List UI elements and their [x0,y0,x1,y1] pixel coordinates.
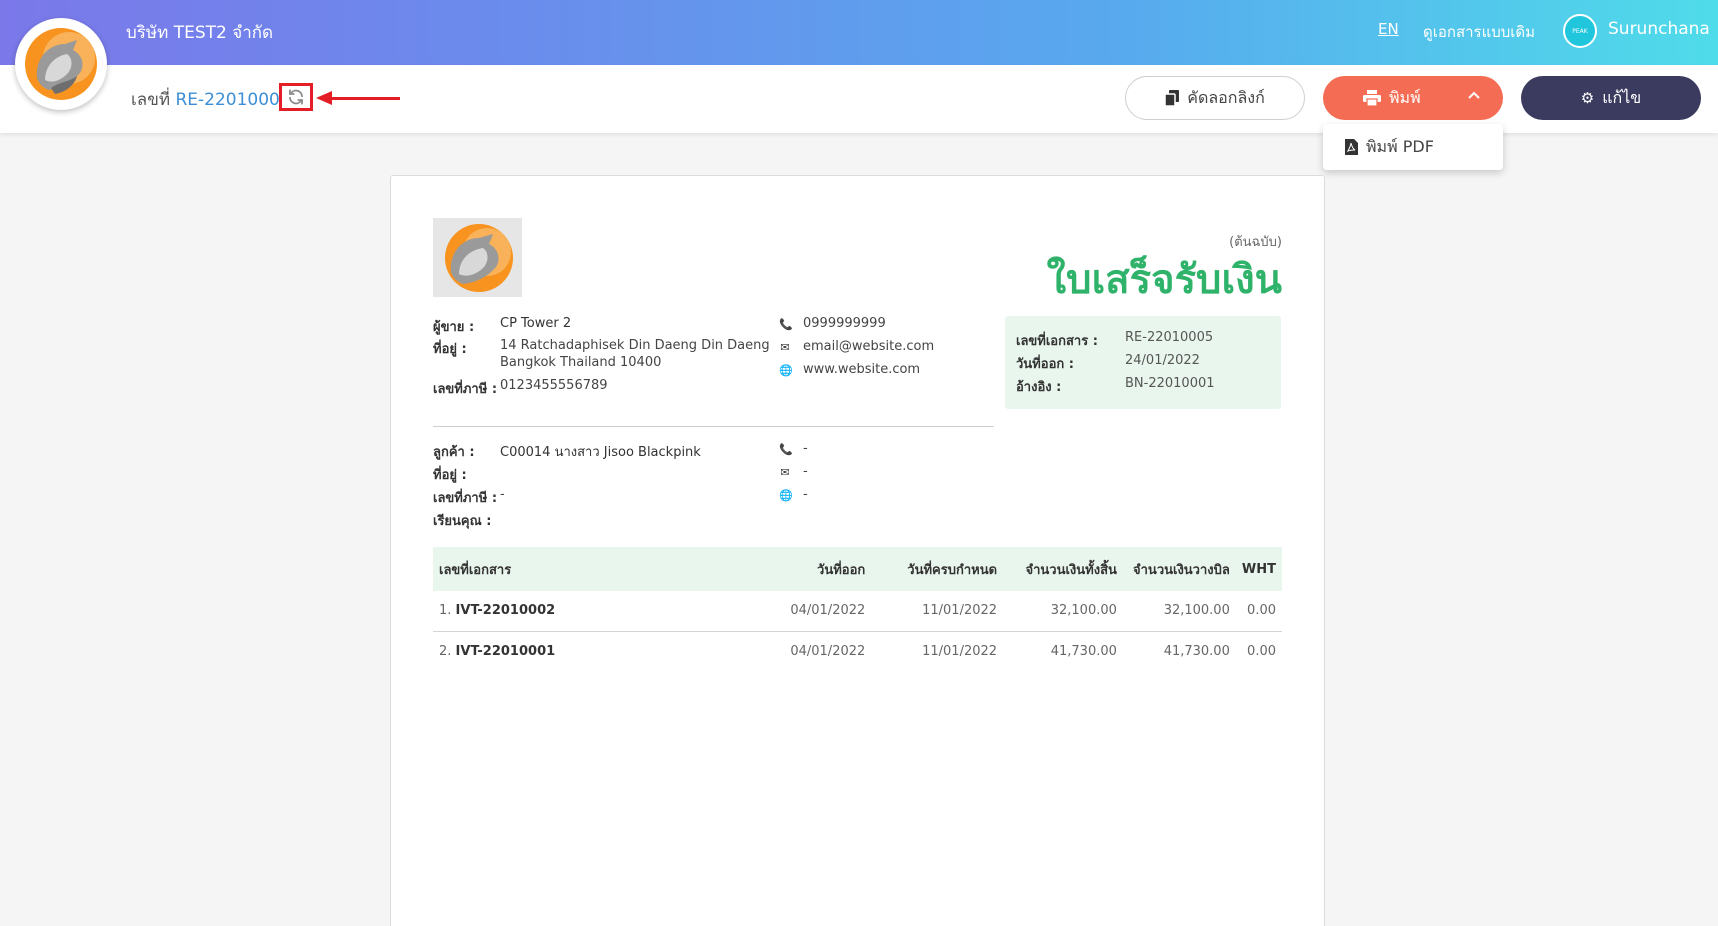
document-meta-box: เลขที่เอกสาร : RE-22010005 วันที่ออก : 2… [1005,316,1281,409]
user-avatar[interactable]: PEAK [1563,14,1597,48]
edit-button[interactable]: ⚙ แก้ไข [1521,76,1701,120]
globe-icon: 🌐 [779,489,793,502]
seller-website: www.website.com [803,362,921,377]
language-switch[interactable]: EN [1378,20,1399,38]
email-icon: ✉ [780,341,790,354]
col-billed: จำนวนเงินวางบิล [1133,562,1230,578]
company-name[interactable]: บริษัท TEST2 จำกัด [126,19,273,46]
seller-address-line2: Bangkok Thailand 10400 [500,355,662,370]
row-wht: 0.00 [1235,591,1282,632]
row-number: 1. [439,603,452,619]
seller-label: ผู้ขาย : [433,320,475,335]
doc-number-value: RE-22010005 [175,90,291,110]
meta-issue-value: 24/01/2022 [1125,353,1200,368]
printer-icon [1363,90,1381,106]
customer-info: ลูกค้า : C00014 นางสาว Jisoo Blackpink ท… [433,441,753,536]
customer-label: ลูกค้า : [433,445,475,460]
row-billed: 32,100.00 [1122,591,1236,632]
seller-address-label: ที่อยู่ : [433,342,467,357]
row-number: 2. [439,643,452,659]
meta-doc-no-value: RE-22010005 [1125,330,1214,345]
customer-address-label: ที่อยู่ : [433,468,467,483]
print-dropdown-menu: พิมพ์ PDF [1323,124,1503,170]
print-button[interactable]: พิมพ์ [1323,76,1503,120]
col-due-date: วันที่ครบกำหนด [907,562,998,578]
col-wht: WHT [1241,561,1276,577]
pdf-file-icon [1345,139,1358,155]
row-due-date: 11/01/2022 [871,591,1004,632]
wolf-logo-icon [25,28,97,100]
row-due-date: 11/01/2022 [922,643,998,659]
copy-link-button[interactable]: คัดลอกลิงก์ [1125,76,1305,120]
customer-email: - [803,464,808,479]
edit-label: แก้ไข [1602,87,1642,107]
seller-phone: 0999999999 [803,316,886,331]
seller-tax-value: 0123455556789 [500,378,608,393]
gear-icon: ⚙ [1580,89,1595,107]
customer-contacts: 📞 - ✉ - 🌐 - [779,441,879,511]
row-issue-date: 04/01/2022 [771,591,872,632]
phone-icon: 📞 [779,443,793,456]
chevron-up-icon[interactable] [1467,88,1481,106]
annotation-arrow-line [330,97,400,100]
globe-icon: 🌐 [779,364,793,377]
row-code[interactable]: IVT-22010001 [456,644,556,659]
document-paper: (ต้นฉบับ) ใบเสร็จรับเงิน ผู้ขาย : CP Tow… [390,175,1325,926]
meta-ref-value: BN-22010001 [1125,376,1215,391]
row-total: 41,730.00 [1050,643,1117,659]
customer-tax-label: เลขที่ภาษี : [433,491,498,506]
divider [433,426,994,427]
row-code[interactable]: IVT-22010002 [456,603,556,618]
row-billed: 41,730.00 [1163,643,1230,659]
col-doc-no: เลขที่เอกสาร [439,562,512,578]
row-total: 32,100.00 [1003,591,1123,632]
print-pdf-item[interactable]: พิมพ์ PDF [1366,135,1434,160]
row-issue-date: 04/01/2022 [790,643,866,659]
wolf-logo-icon [433,218,522,297]
seller-address-line1: 14 Ratchadaphisek Din Daeng Din Daeng [500,338,770,353]
col-issue-date: วันที่ออก [817,562,866,578]
meta-doc-no-label: เลขที่เอกสาร : [1016,334,1098,349]
row-wht: 0.00 [1247,643,1276,659]
email-icon: ✉ [780,466,790,479]
refresh-icon-svg [289,89,303,105]
username[interactable]: Surunchana [1608,19,1710,39]
customer-website: - [803,487,808,502]
phone-icon: 📞 [779,318,793,331]
customer-tax-value: - [500,487,505,502]
col-total: จำนวนเงินทั้งสิ้น [1025,562,1117,578]
table-row: 2. IVT-22010001 04/01/2022 11/01/2022 41… [433,631,1282,671]
row-doc-no: 2. IVT-22010001 [433,631,771,671]
document-number: เลขที่ RE-22010005 [131,86,291,113]
seller-email: email@website.com [803,339,935,354]
seller-value: CP Tower 2 [500,316,572,331]
row-doc-no: 1. IVT-22010002 [433,591,772,632]
customer-value: C00014 นางสาว Jisoo Blackpink [500,445,701,460]
seller-contacts: 📞 0999999999 ✉ email@website.com 🌐 www.w… [779,316,989,386]
customer-phone: - [803,441,808,456]
meta-issue-label: วันที่ออก : [1016,357,1074,372]
copy-icon [1165,90,1180,106]
seller-info: ผู้ขาย : CP Tower 2 ที่อยู่ : 14 Ratchad… [433,316,770,416]
old-view-link[interactable]: ดูเอกสารแบบเดิม [1423,20,1535,44]
print-label: พิมพ์ [1389,87,1421,107]
doc-number-prefix: เลขที่ [131,90,171,110]
copy-link-label: คัดลอกลิงก์ [1187,87,1265,107]
document-logo [433,218,522,297]
company-logo[interactable] [15,18,107,110]
seller-tax-label: เลขที่ภาษี : [433,382,498,397]
avatar-text: PEAK [1572,27,1588,35]
refresh-icon[interactable] [279,83,313,111]
customer-attn-label: เรียนคุณ : [433,514,492,529]
document-title: ใบเสร็จรับเงิน [1046,257,1282,303]
table-row: 1. IVT-22010002 04/01/2022 11/01/2022 32… [433,591,1282,632]
items-table: เลขที่เอกสาร วันที่ออก วันที่ครบกำหนด จำ… [433,547,1282,671]
meta-ref-label: อ้างอิง : [1016,380,1062,395]
table-header-row: เลขที่เอกสาร วันที่ออก วันที่ครบกำหนด จำ… [433,547,1282,591]
